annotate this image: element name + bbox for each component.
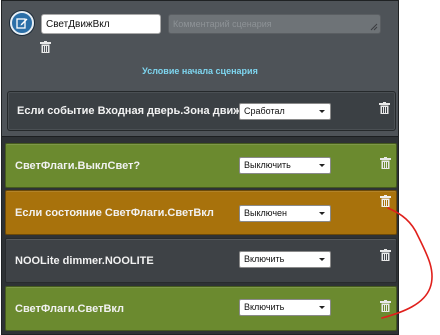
trash-icon[interactable] [380,249,391,261]
chevron-down-icon [319,258,325,261]
description-placeholder: Комментарий сценария [173,19,272,29]
action-select[interactable]: Включить [239,299,331,316]
action-select-value: Выключить [244,160,291,170]
action-row: СветФлаги.ВыклСвет? Выключить [5,143,397,188]
action-label: СветФлаги.ВыклСвет? [15,159,141,172]
trigger-label: Если событие Входная дверь.Зона движения [17,105,247,117]
trigger-state-select[interactable]: Сработал [239,103,331,120]
chevron-down-icon [319,164,325,167]
condition-label: Если состояние СветФлаги.СветВкл [15,206,214,219]
condition-select[interactable]: Выключен [239,205,331,222]
trash-icon[interactable] [380,300,391,312]
chevron-down-icon [319,306,325,309]
action-row: СветФлаги.СветВкл Включить [5,286,397,331]
action-select-value: Включить [244,302,285,312]
action-label: NOOLite dimmer.NOOLITE [15,254,154,267]
trash-icon[interactable] [380,157,391,169]
condition-row: Если состояние СветФлаги.СветВкл Выключе… [5,190,397,235]
resize-grip-icon[interactable] [370,23,378,31]
action-select[interactable]: Выключить [239,157,331,174]
condition-select-value: Выключен [244,208,287,218]
trash-icon[interactable] [40,41,51,53]
edit-button[interactable] [10,11,34,35]
chevron-down-icon [319,212,325,215]
trigger-state-value: Сработал [244,106,285,116]
scenario-description-field[interactable]: Комментарий сценария [168,14,381,34]
scenario-name-input[interactable] [41,14,161,34]
action-select-value: Включить [244,254,285,264]
action-label: СветФлаги.СветВкл [15,302,125,315]
trash-icon[interactable] [380,195,391,207]
trigger-condition-row: Если событие Входная дверь.Зона движения… [7,91,396,131]
scenario-header: Комментарий сценария Условие начала сцен… [2,1,398,137]
edit-icon [16,18,28,29]
trash-icon[interactable] [379,102,390,114]
chevron-down-icon [319,110,325,113]
action-row: NOOLite dimmer.NOOLITE Включить [5,238,397,283]
action-select[interactable]: Включить [239,251,331,268]
scenario-editor: Комментарий сценария Условие начала сцен… [1,0,399,335]
section-title: Условие начала сценария [142,66,258,76]
